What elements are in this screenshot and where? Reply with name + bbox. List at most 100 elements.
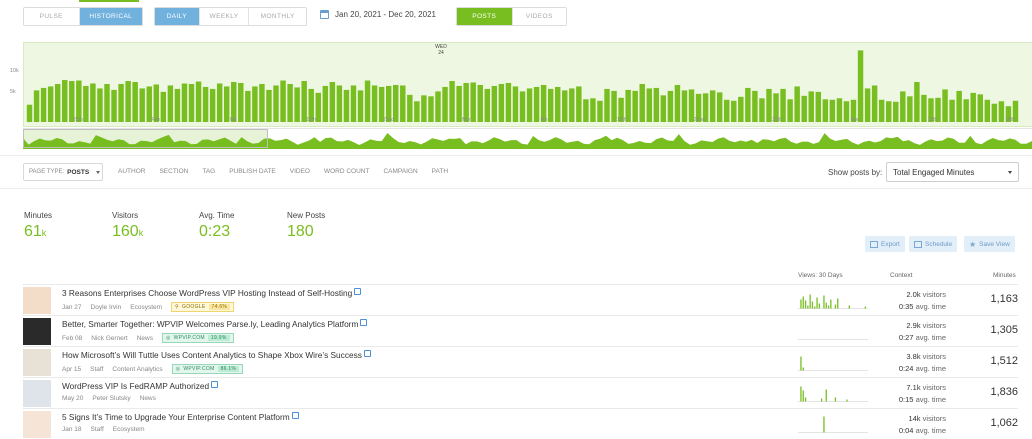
post-row[interactable]: How Microsoft’s Will Tuttle Uses Content… xyxy=(23,346,1018,377)
chart-bar[interactable] xyxy=(984,99,991,122)
chart-bar[interactable] xyxy=(583,99,589,122)
tab-pulse[interactable]: PULSE xyxy=(24,8,79,25)
date-range-picker[interactable]: Jan 20, 2021 - Dec 20, 2021 xyxy=(320,10,436,19)
chart-bar[interactable] xyxy=(491,85,498,122)
filter-tag[interactable]: TAG xyxy=(202,168,215,175)
export-button[interactable]: Export xyxy=(865,236,905,252)
filter-path[interactable]: PATH xyxy=(432,168,448,175)
chart-bar[interactable] xyxy=(76,80,82,122)
chart-bar[interactable] xyxy=(815,91,822,122)
post-author[interactable]: Peter Slutsky xyxy=(92,395,130,402)
chart-bar[interactable] xyxy=(991,103,998,122)
chart-bar[interactable] xyxy=(871,85,878,122)
post-thumbnail[interactable] xyxy=(23,318,51,345)
chart-bar[interactable] xyxy=(111,89,117,122)
filter-video[interactable]: VIDEO xyxy=(290,168,310,175)
chart-bar[interactable] xyxy=(47,86,54,122)
chart-bar[interactable] xyxy=(273,85,279,122)
post-author[interactable]: Doyle Irvin xyxy=(91,304,122,311)
chart-bar[interactable] xyxy=(266,89,272,122)
chart-bar[interactable] xyxy=(252,86,258,122)
chart-bar[interactable] xyxy=(977,94,983,122)
tab-videos[interactable]: VIDEOS xyxy=(511,8,566,25)
post-section[interactable]: Ecosystem xyxy=(113,426,145,433)
external-link-icon[interactable] xyxy=(354,288,362,295)
chart-bar[interactable] xyxy=(526,88,533,122)
chart-bar[interactable] xyxy=(350,85,357,122)
post-author[interactable]: Nick Gernert xyxy=(91,335,127,342)
post-row[interactable]: WordPress VIP Is FedRAMP Authorized May 2… xyxy=(23,377,1018,408)
post-thumbnail[interactable] xyxy=(23,287,51,314)
chart-bar[interactable] xyxy=(942,89,948,122)
chart-bar[interactable] xyxy=(829,99,836,122)
chart-bar[interactable] xyxy=(259,83,265,122)
chart-bar[interactable] xyxy=(716,92,723,122)
chart-bar[interactable] xyxy=(118,83,124,122)
chart-bar[interactable] xyxy=(40,87,47,122)
chart-bar[interactable] xyxy=(407,94,413,122)
chart-bar[interactable] xyxy=(357,90,364,122)
chart-bar[interactable] xyxy=(632,90,638,122)
chart-bar[interactable] xyxy=(808,91,814,122)
chart-bar[interactable] xyxy=(69,81,75,122)
post-title[interactable]: 5 Signs It’s Time to Upgrade Your Enterp… xyxy=(62,412,299,422)
chart-bar[interactable] xyxy=(864,88,871,122)
chart-bar[interactable] xyxy=(554,86,561,122)
post-row[interactable]: 3 Reasons Enterprises Choose WordPress V… xyxy=(23,284,1018,315)
post-title-text[interactable]: 3 Reasons Enterprises Choose WordPress V… xyxy=(62,288,352,298)
chart-bar[interactable] xyxy=(209,88,216,122)
chart-bar[interactable] xyxy=(547,88,554,122)
show-posts-by-select[interactable]: Total Engaged Minutes xyxy=(886,162,1019,182)
chart-bar[interactable] xyxy=(681,90,688,122)
chart-bar[interactable] xyxy=(963,99,969,122)
chart-bar[interactable] xyxy=(893,101,899,122)
chart-bar[interactable] xyxy=(54,83,61,122)
chart-bar[interactable] xyxy=(787,99,793,122)
chart-bar[interactable] xyxy=(456,85,462,122)
chart-bar[interactable] xyxy=(181,83,188,122)
chart-bar[interactable] xyxy=(885,101,892,122)
tab-weekly[interactable]: WEEKLY xyxy=(198,8,249,25)
chart-bar[interactable] xyxy=(470,82,476,123)
chart-bar[interactable] xyxy=(202,86,209,122)
page-type-dropdown[interactable]: PAGE TYPE: POSTS xyxy=(23,163,103,181)
range-selection-handle[interactable] xyxy=(23,129,268,148)
chart-bar[interactable] xyxy=(343,89,350,122)
chart-bar[interactable] xyxy=(414,101,420,122)
chart-bar[interactable] xyxy=(139,88,145,122)
post-thumbnail[interactable] xyxy=(23,380,51,407)
chart-bar[interactable] xyxy=(878,99,885,122)
chart-bar[interactable] xyxy=(843,101,850,122)
chart-bar[interactable] xyxy=(907,96,913,122)
chart-bar[interactable] xyxy=(167,85,174,122)
filter-publish-date[interactable]: PUBLISH DATE xyxy=(229,168,275,175)
chart-bar[interactable] xyxy=(914,82,920,122)
post-row[interactable]: Better, Smarter Together: WPVIP Welcomes… xyxy=(23,315,1018,346)
chart-bar[interactable] xyxy=(315,92,321,122)
chart-bar[interactable] xyxy=(83,85,89,122)
chart-bar[interactable] xyxy=(421,95,427,122)
chart-bar[interactable] xyxy=(822,99,829,122)
chart-bar[interactable] xyxy=(26,104,33,122)
post-title[interactable]: Better, Smarter Together: WPVIP Welcomes… xyxy=(62,319,368,329)
chart-bar[interactable] xyxy=(484,88,491,122)
chart-bar[interactable] xyxy=(280,80,286,122)
chart-bar[interactable] xyxy=(745,87,751,122)
chart-bar[interactable] xyxy=(604,88,610,122)
chart-bar[interactable] xyxy=(646,88,652,122)
external-link-icon[interactable] xyxy=(291,412,299,419)
chart-bar[interactable] xyxy=(576,86,582,122)
chart-bar[interactable] xyxy=(188,83,195,122)
chart-bar[interactable] xyxy=(322,85,329,122)
chart-bar[interactable] xyxy=(498,83,505,122)
chart-bar[interactable] xyxy=(562,90,568,122)
chart-bar[interactable] xyxy=(174,88,181,122)
post-title[interactable]: How Microsoft’s Will Tuttle Uses Content… xyxy=(62,350,371,360)
post-thumbnail[interactable] xyxy=(23,411,51,438)
chart-bar[interactable] xyxy=(231,82,237,122)
save-view-button[interactable]: ★ Save View xyxy=(964,236,1015,252)
filter-campaign[interactable]: CAMPAIGN xyxy=(383,168,417,175)
schedule-button[interactable]: Schedule xyxy=(909,236,958,252)
chart-bar[interactable] xyxy=(90,83,96,122)
chart-bar[interactable] xyxy=(956,90,962,122)
